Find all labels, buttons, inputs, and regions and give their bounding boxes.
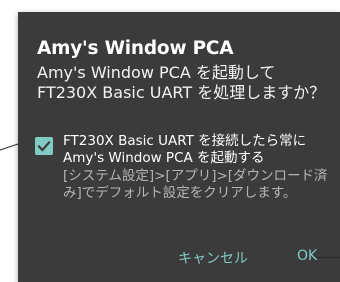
check-icon xyxy=(37,140,51,152)
dialog-title: Amy's Window PCA xyxy=(37,38,234,59)
screen: Amy's Window PCA Amy's Window PCA を起動して … xyxy=(0,0,340,282)
ok-callout-line xyxy=(317,257,340,258)
always-open-checkbox[interactable] xyxy=(35,137,53,155)
ok-button[interactable]: OK xyxy=(297,248,317,264)
app-chooser-dialog: Amy's Window PCA Amy's Window PCA を起動して … xyxy=(18,12,340,282)
dialog-message: Amy's Window PCA を起動して FT230X Basic UART… xyxy=(37,63,326,102)
default-settings-hint: [システム設定]>[アプリ]>[ダウンロード済み]でデフォルト設定をクリアします… xyxy=(63,168,328,201)
cancel-button[interactable]: キャンセル xyxy=(178,248,248,268)
always-open-label[interactable]: FT230X Basic UART を接続したら常に Amy's Window … xyxy=(63,133,333,167)
